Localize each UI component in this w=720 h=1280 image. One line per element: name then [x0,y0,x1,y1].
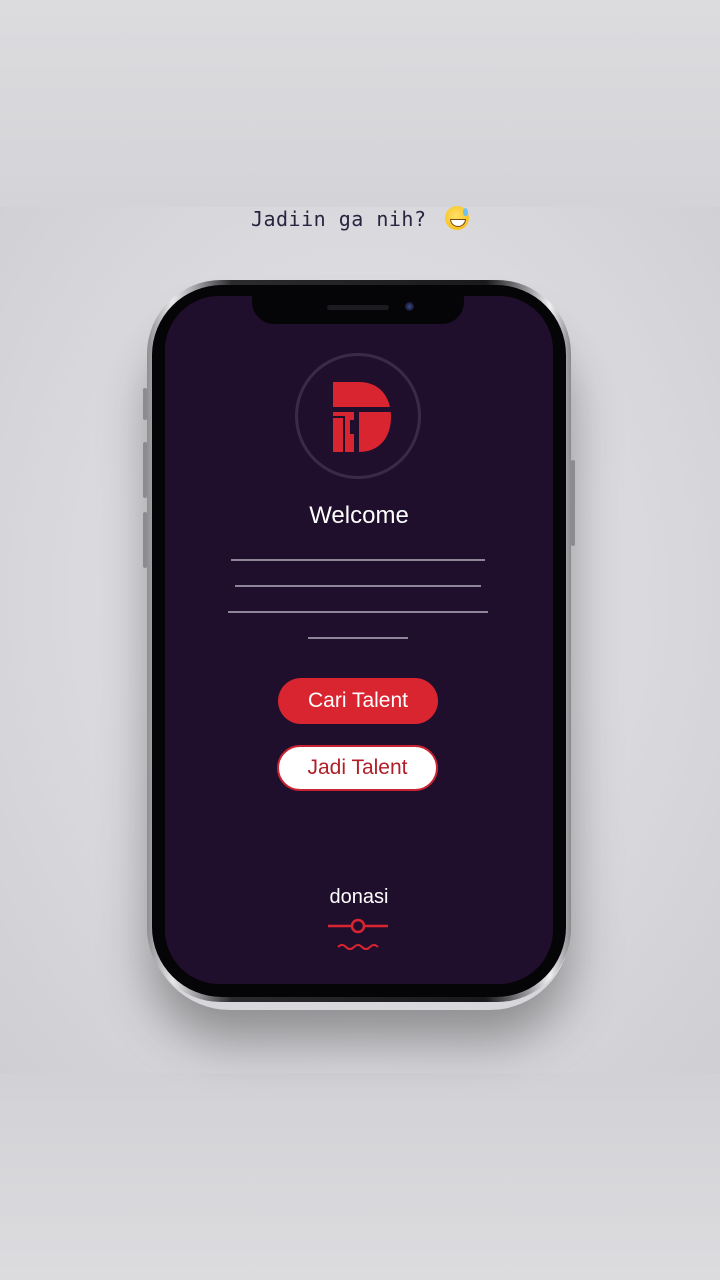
background-bottom [0,1073,720,1280]
side-button-silent [143,388,147,420]
sweat-smile-emoji-icon [445,206,470,230]
app-logo-icon [333,382,391,452]
welcome-heading: Welcome [309,502,409,529]
background-top [0,0,720,207]
jadi-talent-button[interactable]: Jadi Talent [277,745,438,791]
donation-slider-icon[interactable] [326,916,390,954]
text-placeholder-line [235,585,481,587]
text-placeholder-line [231,559,485,561]
side-button-volume-down [143,512,147,568]
side-button-power [571,460,575,546]
speaker-grille [327,305,389,310]
cari-talent-button[interactable]: Cari Talent [278,678,438,724]
front-camera [405,302,414,311]
donasi-link[interactable]: donasi [165,886,553,909]
side-button-volume-up [143,442,147,498]
caption-text: Jadiin ga nih? [250,207,440,231]
story-caption: Jadiin ga nih? [0,206,720,231]
text-placeholder-line [228,611,488,613]
text-placeholder-line [308,637,408,639]
